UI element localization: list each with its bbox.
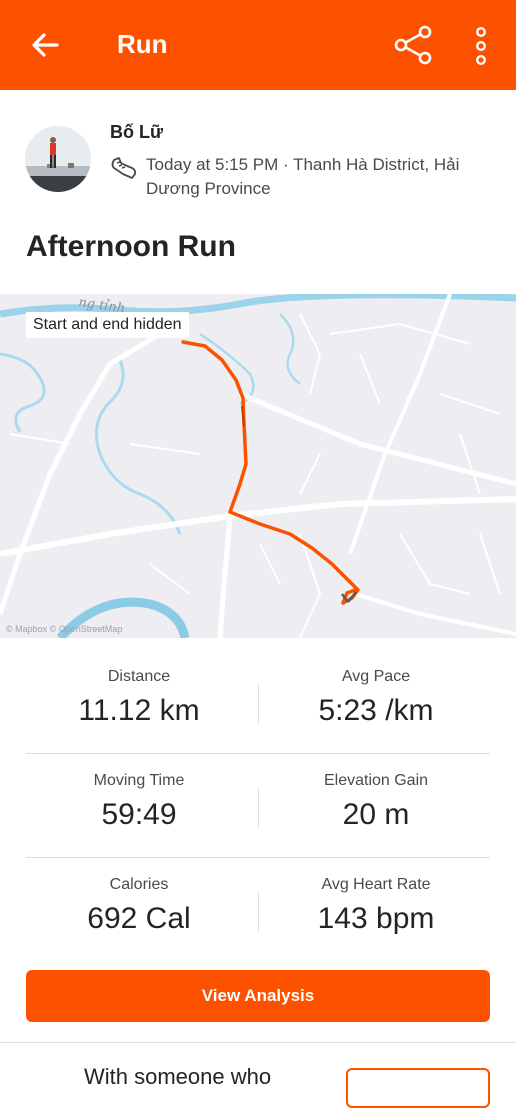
stat-moving-time: Moving Time 59:49	[26, 754, 252, 832]
app-bar: Run	[0, 0, 516, 90]
stat-distance: Distance 11.12 km	[26, 650, 252, 728]
arrow-left-icon[interactable]	[27, 27, 63, 63]
promo-button[interactable]	[346, 1068, 490, 1108]
stat-value: 692 Cal	[87, 902, 191, 935]
stat-value: 59:49	[101, 798, 177, 831]
map-attribution[interactable]: © Mapbox © OpenStreetMap	[6, 624, 122, 634]
athlete-name[interactable]: Bố Lữ	[110, 122, 163, 143]
minor-roads	[9, 313, 501, 638]
stat-value: 5:23 /km	[318, 694, 434, 727]
stat-avg-pace: Avg Pace 5:23 /km	[258, 650, 494, 728]
running-shoe-icon	[111, 157, 137, 179]
map-canvas: ng tỉnh	[0, 294, 516, 638]
view-analysis-button[interactable]: View Analysis	[26, 970, 490, 1022]
river	[94, 359, 182, 535]
stats-row: Distance 11.12 km Avg Pace 5:23 /km	[26, 650, 490, 754]
map-badge: Start and end hidden	[26, 312, 189, 338]
stat-label: Avg Pace	[341, 668, 411, 685]
activity-title: Afternoon Run	[26, 230, 236, 263]
divider	[0, 1042, 516, 1043]
river	[0, 352, 46, 433]
page-title: Run	[117, 29, 168, 59]
stat-label: Distance	[107, 668, 171, 685]
stats-grid: Distance 11.12 km Avg Pace 5:23 /km Movi…	[26, 650, 490, 962]
stat-value: 11.12 km	[78, 694, 200, 727]
stat-label: Avg Heart Rate	[321, 876, 431, 893]
promo-text: With someone who	[84, 1064, 272, 1089]
avatar[interactable]	[25, 126, 91, 192]
river	[279, 313, 301, 385]
stat-label: Moving Time	[93, 772, 185, 789]
share-icon[interactable]	[392, 24, 434, 66]
stat-value: 20 m	[342, 798, 410, 831]
stat-label: Calories	[109, 876, 169, 893]
stats-row: Moving Time 59:49 Elevation Gain 20 m	[26, 754, 490, 858]
stat-value: 143 bpm	[317, 902, 435, 935]
road	[0, 331, 162, 615]
stats-row: Calories 692 Cal Avg Heart Rate 143 bpm	[26, 858, 490, 962]
route-map[interactable]: ng tỉnh Start and end hidden © Mapbox © …	[0, 294, 516, 638]
road	[0, 496, 516, 557]
stat-calories: Calories 692 Cal	[26, 858, 252, 936]
activity-meta: Today at 5:15 PM · Thanh Hà District, Hả…	[146, 155, 460, 198]
road	[354, 592, 516, 636]
athlete-header: Bố Lữ Today at 5:15 PM · Thanh Hà Distri…	[0, 90, 516, 220]
stat-avg-heart-rate: Avg Heart Rate 143 bpm	[258, 858, 494, 936]
road	[217, 515, 233, 638]
stat-elevation-gain: Elevation Gain 20 m	[258, 754, 494, 832]
more-vertical-icon[interactable]	[468, 25, 494, 67]
stat-label: Elevation Gain	[323, 772, 429, 789]
